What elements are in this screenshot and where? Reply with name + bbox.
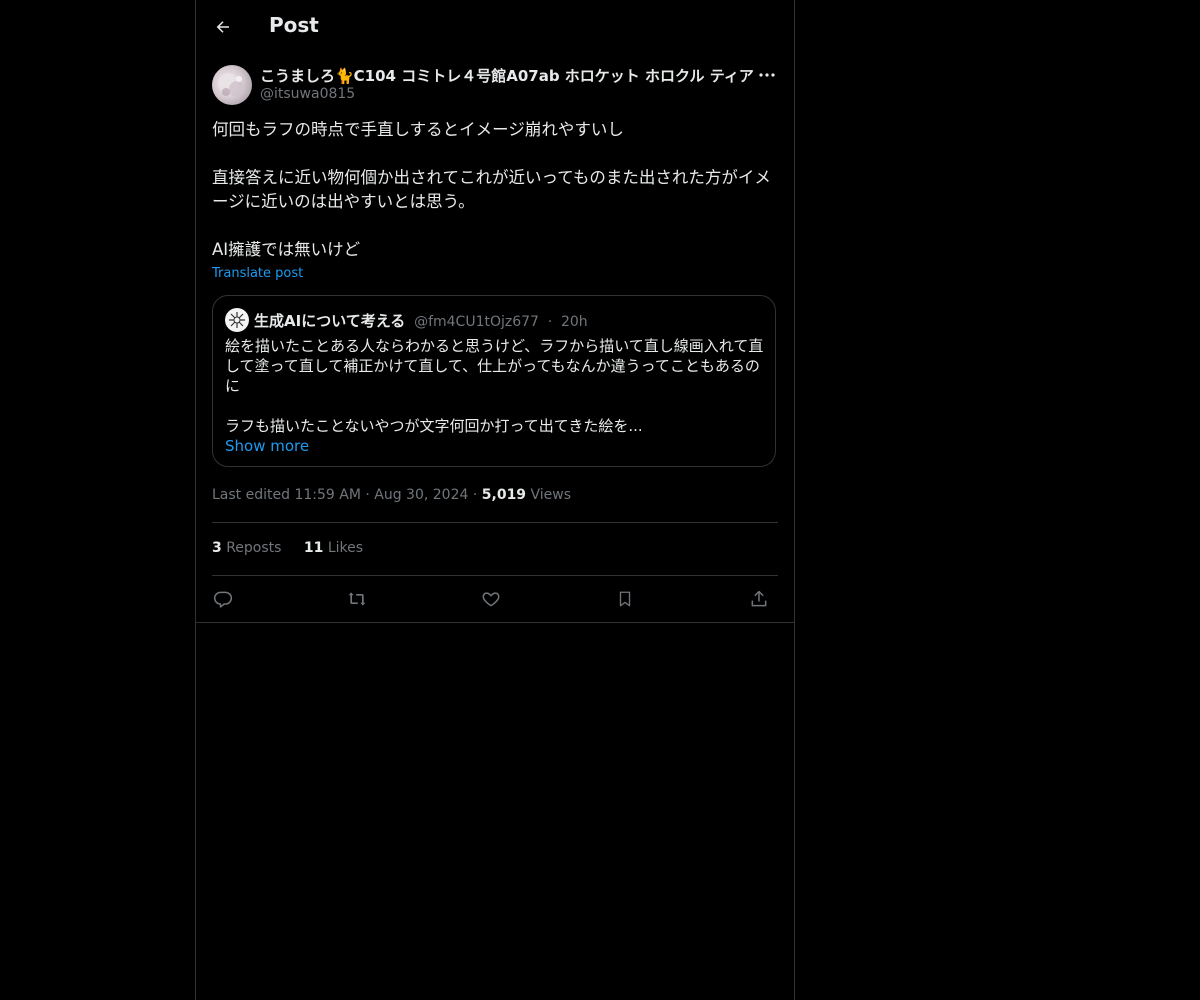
author-display-name[interactable]: こうましろ🐈C104 コミトレ４号館A07ab ホロケット ホロクル ティア コ — [260, 65, 754, 86]
likes-stat[interactable]: 11 Likes — [304, 540, 363, 556]
post-bottom-border — [196, 622, 794, 623]
reply-icon — [213, 589, 233, 609]
reposts-label: Reposts — [226, 540, 282, 556]
divider — [212, 575, 778, 576]
post-meta: Last edited 11:59 AM · Aug 30, 2024 · 5,… — [212, 487, 571, 503]
quoted-post[interactable]: 生成AIについて考える @fm4CU1tOjz677 · 20h 絵を描いたこと… — [212, 295, 776, 467]
back-button[interactable] — [208, 12, 238, 42]
divider — [212, 522, 778, 523]
post-date[interactable]: Aug 30, 2024 — [374, 487, 468, 503]
bookmark-icon — [616, 589, 634, 609]
likes-count: 11 — [303, 540, 324, 556]
quoted-timestamp: 20h — [560, 314, 588, 330]
like-button[interactable] — [476, 586, 506, 612]
post-author: こうましろ🐈C104 コミトレ４号館A07ab ホロケット ホロクル ティア コ… — [212, 65, 778, 107]
post-text-line: AI擁護では無いけど — [212, 240, 361, 259]
post-stats: 3 Reposts 11 Likes — [212, 540, 363, 556]
views-label: Views — [530, 487, 572, 503]
repost-icon — [346, 589, 368, 609]
bookmark-button[interactable] — [610, 586, 640, 612]
views-count: 5,019 — [481, 487, 527, 503]
quoted-text: 絵を描いたことある人ならわかると思うけど、ラフから描いて直し線画入れて直して塗っ… — [225, 336, 765, 436]
page-header: Post — [196, 0, 794, 54]
translate-post-link[interactable]: Translate post — [212, 266, 303, 281]
arrow-left-icon — [214, 18, 232, 36]
quoted-author-name: 生成AIについて考える — [254, 312, 406, 330]
separator-dot: · — [472, 487, 478, 503]
post-text: 何回もラフの時点で手直しするとイメージ崩れやすいし 直接答えに近い物何個か出され… — [212, 118, 778, 262]
share-button[interactable] — [744, 586, 774, 612]
reposts-count: 3 — [212, 540, 222, 556]
show-more-link[interactable]: Show more — [225, 437, 309, 455]
quoted-avatar — [225, 308, 249, 332]
quoted-header: 生成AIについて考える @fm4CU1tOjz677 · 20h — [254, 310, 588, 331]
author-handle[interactable]: @itsuwa0815 — [260, 86, 355, 102]
reply-button[interactable] — [208, 586, 238, 612]
heart-icon — [481, 589, 501, 609]
quoted-text-line: 絵を描いたことある人ならわかると思うけど、ラフから描いて直し線画入れて直して塗っ… — [225, 337, 764, 395]
page-title: Post — [269, 13, 319, 37]
quoted-text-line: ラフも描いたことないやつが文字何回か打って出てきた絵を... — [225, 417, 643, 435]
more-horizontal-icon — [759, 73, 775, 77]
avatar[interactable] — [212, 65, 252, 105]
separator-dot: · — [547, 314, 553, 330]
action-bar — [212, 586, 778, 612]
post-text-line: 直接答えに近い物何個か出されてこれが近いってものまた出された方がイメージに近いの… — [212, 168, 771, 211]
likes-label: Likes — [327, 540, 364, 556]
separator-dot: · — [365, 487, 370, 503]
post-text-line: 何回もラフの時点で手直しするとイメージ崩れやすいし — [212, 120, 624, 139]
edited-time[interactable]: Last edited 11:59 AM — [212, 487, 361, 503]
more-options-button[interactable] — [756, 65, 778, 85]
repost-button[interactable] — [342, 586, 372, 612]
post-detail-column: Post こうましろ🐈C104 コミトレ４号館A07ab ホロケット ホロクル … — [195, 0, 795, 1000]
share-icon — [749, 589, 769, 609]
quoted-author-handle: @fm4CU1tOjz677 — [414, 314, 539, 330]
reposts-stat[interactable]: 3 Reposts — [212, 540, 281, 556]
